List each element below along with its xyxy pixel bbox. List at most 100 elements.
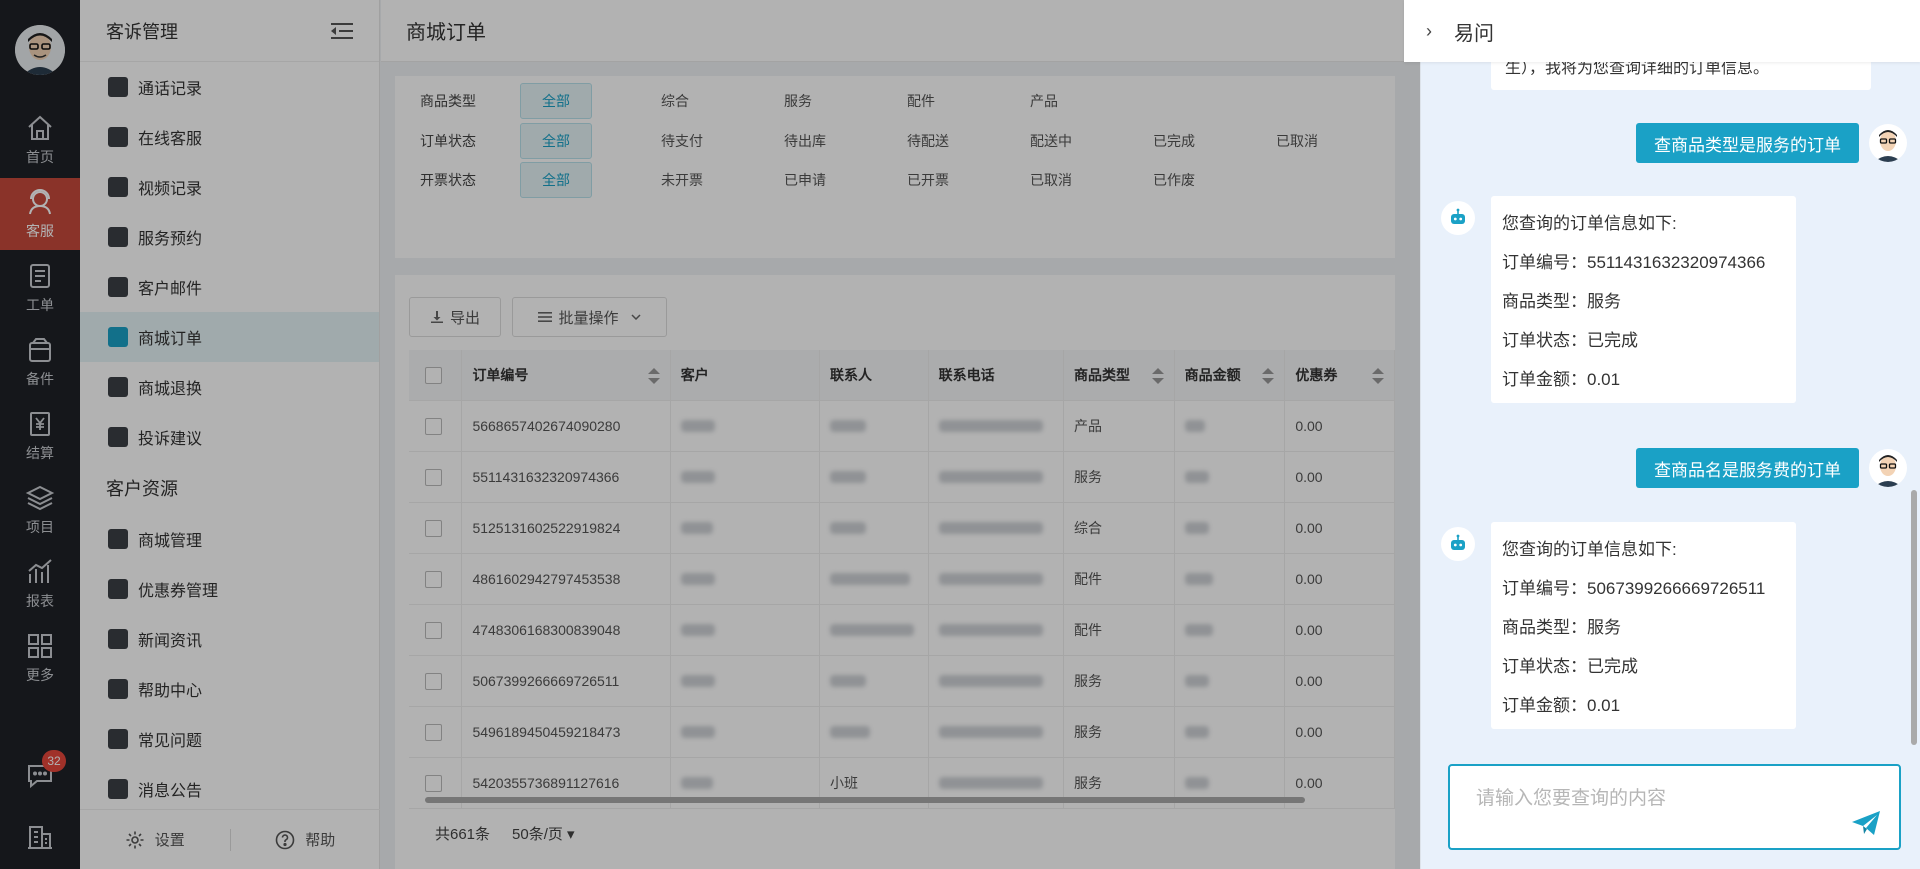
batch-operations-dropdown[interactable]: 批量操作 (512, 297, 667, 337)
filter-option[interactable]: 已完成 (1135, 131, 1258, 151)
chat-bubble-icon[interactable] (0, 750, 80, 800)
collapse-drawer-chevron-icon[interactable]: › (1404, 21, 1454, 42)
order-number[interactable]: 5668657402674090280 (462, 401, 671, 451)
chat-history[interactable]: 生），我将为您查询详细的订单信息。 查商品类型是服务的订单 您查询的订单信息如下:… (1421, 0, 1920, 755)
rail-item-ticket[interactable]: 工单 (0, 252, 80, 324)
user-query-bubble[interactable]: 查商品名是服务费的订单 (1636, 448, 1859, 488)
chat-vertical-scrollbar[interactable] (1911, 490, 1917, 745)
send-icon[interactable] (1851, 810, 1881, 836)
sidebar-item[interactable]: 常见问题 (80, 714, 379, 764)
table-row[interactable]: 5067399266669726511 服务 0.00 (409, 656, 1396, 707)
column-header[interactable]: 优惠券 (1285, 350, 1396, 400)
filter-option[interactable]: 已开票 (889, 170, 1012, 190)
chat-query-input[interactable] (1476, 784, 1836, 814)
column-header[interactable]: 商品类型 (1064, 350, 1175, 400)
filter-option[interactable]: 已作废 (1135, 170, 1258, 190)
row-checkbox[interactable] (425, 621, 442, 639)
horizontal-scrollbar[interactable] (425, 797, 1305, 803)
contact-cell (820, 605, 929, 655)
menu-item-icon (108, 377, 128, 397)
filter-option[interactable]: 待出库 (766, 131, 889, 151)
row-checkbox[interactable] (425, 468, 442, 486)
table-row[interactable]: 5668657402674090280 产品 0.00 (409, 401, 1396, 452)
settings-button[interactable]: 设置 (80, 829, 230, 850)
table-row[interactable]: 5496189450459218473 服务 0.00 (409, 707, 1396, 758)
column-header[interactable]: 商品金额 (1175, 350, 1286, 400)
sort-icon[interactable] (647, 368, 660, 384)
customer-cell (671, 452, 820, 502)
sort-icon[interactable] (1372, 368, 1385, 384)
order-number[interactable]: 5496189450459218473 (462, 707, 671, 757)
amount-cell (1175, 401, 1286, 451)
filter-option[interactable]: 已取消 (1012, 170, 1135, 190)
answer-line: 订单编号：5511431632320974366 (1502, 253, 1766, 272)
rail-item-chart[interactable]: 报表 (0, 548, 80, 620)
menu-item-icon (108, 427, 128, 447)
sidebar-item[interactable]: 商城订单 (80, 312, 379, 362)
sidebar-item[interactable]: 商城退换 (80, 362, 379, 412)
rail-item-box[interactable]: 备件 (0, 326, 80, 398)
filter-option[interactable]: 待配送 (889, 131, 1012, 151)
order-number[interactable]: 4748306168300839048 (462, 605, 671, 655)
sort-icon[interactable] (1262, 368, 1275, 384)
sidebar-item[interactable]: 投诉建议 (80, 412, 379, 462)
sidebar-item[interactable]: 在线客服 (80, 112, 379, 162)
filter-option[interactable]: 未开票 (643, 170, 766, 190)
filter-option[interactable]: 已取消 (1258, 131, 1381, 151)
export-button[interactable]: 导出 (409, 297, 501, 337)
column-header[interactable]: 订单编号 (462, 350, 671, 400)
sidebar-item[interactable]: 优惠券管理 (80, 564, 379, 614)
collapse-menu-icon[interactable] (331, 22, 353, 40)
filter-option[interactable]: 全部 (520, 162, 592, 198)
sidebar-item[interactable]: 新闻资讯 (80, 614, 379, 664)
filter-option[interactable]: 全部 (520, 122, 592, 159)
answer-line: 商品类型：服务 (1502, 292, 1621, 311)
filter-option[interactable]: 配送中 (1012, 131, 1135, 151)
filter-option[interactable]: 全部 (520, 83, 592, 119)
table-row[interactable]: 4748306168300839048 配件 0.00 (409, 605, 1396, 656)
table-row[interactable]: 5511431632320974366 服务 0.00 (409, 452, 1396, 503)
user-query-bubble[interactable]: 查商品类型是服务的订单 (1636, 123, 1859, 163)
filter-option[interactable]: 配件 (889, 91, 1012, 111)
select-all-checkbox[interactable] (425, 366, 442, 384)
table-row[interactable]: 4861602942797453538 配件 0.00 (409, 554, 1396, 605)
sidebar-item[interactable]: 客户邮件 (80, 262, 379, 312)
order-number[interactable]: 5511431632320974366 (462, 452, 671, 502)
filter-option[interactable]: 待支付 (643, 131, 766, 151)
order-number[interactable]: 5067399266669726511 (462, 656, 671, 706)
row-checkbox[interactable] (425, 672, 442, 690)
order-number[interactable]: 4861602942797453538 (462, 554, 671, 604)
sidebar-item[interactable]: 服务预约 (80, 212, 379, 262)
rail-item-yen[interactable]: 结算 (0, 400, 80, 472)
row-checkbox[interactable] (425, 519, 442, 537)
sidebar-item[interactable]: 商城管理 (80, 514, 379, 564)
filter-option[interactable]: 服务 (766, 91, 889, 111)
sort-icon[interactable] (1151, 368, 1164, 384)
rail-item-layers[interactable]: 项目 (0, 474, 80, 546)
amount-cell (1175, 452, 1286, 502)
sidebar-item[interactable]: 帮助中心 (80, 664, 379, 714)
row-checkbox[interactable] (425, 417, 442, 435)
rail-item-home[interactable]: 首页 (0, 104, 80, 176)
help-button[interactable]: 帮助 (231, 829, 381, 850)
row-checkbox[interactable] (425, 774, 442, 792)
user-avatar[interactable] (15, 25, 65, 75)
sidebar-item[interactable]: 视频记录 (80, 162, 379, 212)
building-icon[interactable] (0, 812, 80, 862)
filter-option[interactable]: 产品 (1012, 91, 1135, 111)
row-checkbox[interactable] (425, 723, 442, 741)
product-type: 综合 (1064, 503, 1175, 553)
sidebar-item[interactable]: 消息公告 (80, 764, 379, 814)
redacted-contact (829, 420, 866, 432)
row-checkbox[interactable] (425, 570, 442, 588)
order-number[interactable]: 5125131602522919824 (462, 503, 671, 553)
filter-option[interactable]: 综合 (643, 91, 766, 111)
rail-item-grid[interactable]: 更多 (0, 622, 80, 694)
user-avatar-small (1869, 124, 1907, 162)
filter-option[interactable]: 已申请 (766, 170, 889, 190)
rail-item-headset[interactable]: 客服 (0, 178, 80, 250)
table-row[interactable]: 5125131602522919824 综合 0.00 (409, 503, 1396, 554)
page-size-select[interactable]: 50条/页 ▾ (512, 823, 575, 844)
sidebar-item[interactable]: 通话记录 (80, 62, 379, 112)
customer-cell (671, 503, 820, 553)
